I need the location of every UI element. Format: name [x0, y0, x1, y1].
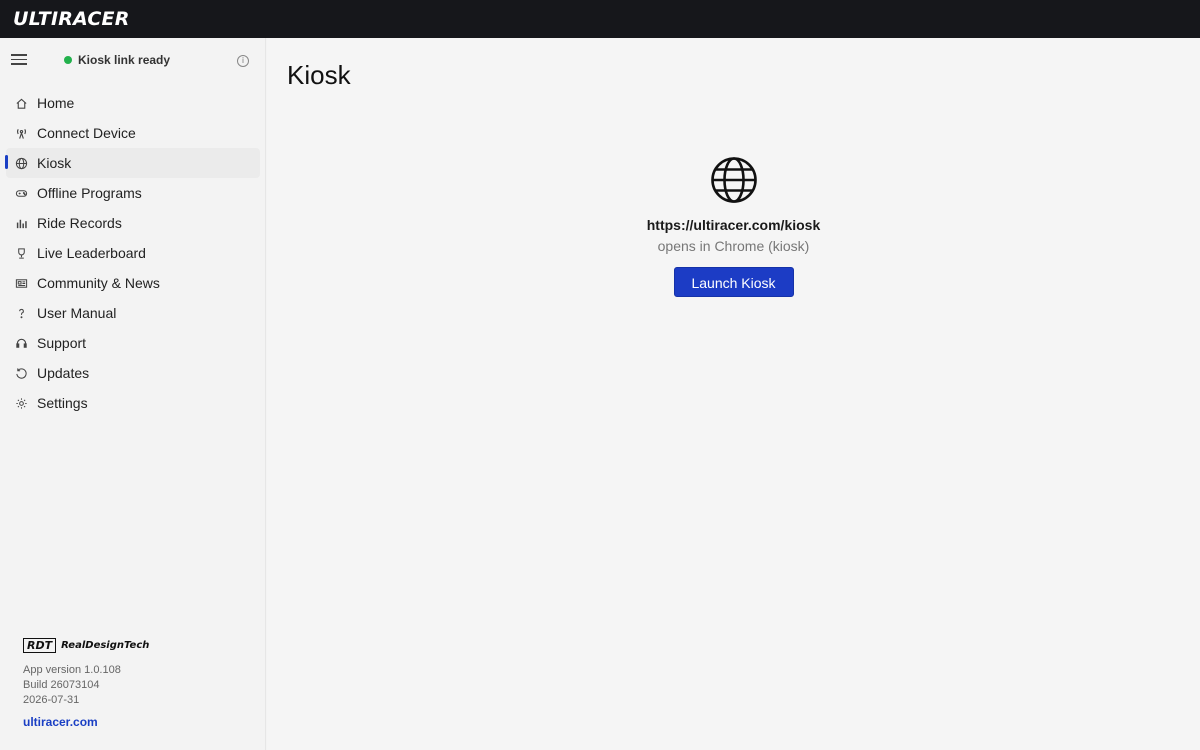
- antenna-icon: [14, 126, 28, 140]
- newspaper-icon: [14, 276, 28, 290]
- sidebar-item-support[interactable]: Support: [0, 328, 266, 358]
- sidebar-item-updates[interactable]: Updates: [0, 358, 266, 388]
- status-dot-icon: [64, 56, 72, 64]
- trophy-icon: [14, 246, 28, 260]
- page-title: Kiosk: [287, 60, 351, 90]
- sidebar-item-label: User Manual: [37, 305, 117, 321]
- refresh-icon: [14, 366, 28, 380]
- app-logo: ULTIRACER: [13, 8, 130, 30]
- sidebar-item-label: Connect Device: [37, 125, 136, 141]
- gamepad-icon: [14, 186, 28, 200]
- kiosk-url: https://ultiracer.com/kiosk: [646, 217, 821, 233]
- gear-icon: [14, 396, 28, 410]
- sidebar-item-kiosk[interactable]: Kiosk: [5, 148, 260, 178]
- sidebar-item-offline-programs[interactable]: Offline Programs: [0, 178, 266, 208]
- sidebar-item-label: Community & News: [37, 275, 160, 291]
- app-build: Build 26073104: [23, 679, 100, 691]
- sidebar-item-user-manual[interactable]: User Manual: [0, 298, 266, 328]
- website-link[interactable]: ultiracer.com: [23, 715, 149, 729]
- company-logo: RDT RealDesignTech: [23, 638, 149, 653]
- sidebar-item-label: Ride Records: [37, 215, 122, 231]
- sidebar-item-label: Updates: [37, 365, 90, 381]
- bar-chart-icon: [14, 216, 28, 230]
- kiosk-status: Kiosk link ready: [64, 53, 170, 67]
- sidebar-item-label: Home: [37, 95, 75, 111]
- sidebar-item-community-news[interactable]: Community & News: [0, 268, 266, 298]
- globe-icon: [710, 156, 758, 204]
- sidebar-item-connect-device[interactable]: Connect Device: [0, 118, 266, 148]
- app-version: App version 1.0.108: [23, 664, 121, 676]
- sidebar-item-label: Settings: [37, 395, 88, 411]
- globe-icon: [14, 156, 28, 170]
- sidebar-item-live-leaderboard[interactable]: Live Leaderboard: [0, 238, 266, 268]
- home-icon: [14, 96, 28, 110]
- main-content: Kiosk https://ultiracer.com/kiosk opens …: [267, 38, 1200, 750]
- sidebar-item-label: Kiosk: [37, 155, 72, 171]
- sidebar-item-label: Support: [37, 335, 87, 351]
- sidebar-item-label: Live Leaderboard: [37, 245, 146, 261]
- app-date: 2026-07-31: [23, 694, 80, 706]
- question-icon: [14, 306, 28, 320]
- sidebar-item-label: Offline Programs: [37, 185, 142, 201]
- brand-mark: RDT: [23, 638, 57, 653]
- info-icon[interactable]: i: [237, 55, 249, 67]
- hamburger-menu-icon[interactable]: [11, 54, 29, 68]
- launch-kiosk-button[interactable]: Launch Kiosk: [673, 267, 794, 297]
- sidebar-nav: Home Connect Device Kiosk Offline Progra…: [0, 88, 266, 418]
- sidebar: Kiosk link ready i Home Connect Device K…: [0, 38, 266, 750]
- brand-name: RealDesignTech: [61, 640, 150, 651]
- sidebar-item-home[interactable]: Home: [0, 88, 266, 118]
- kiosk-subtitle: opens in Chrome (kiosk): [657, 238, 810, 254]
- sidebar-item-ride-records[interactable]: Ride Records: [0, 208, 266, 238]
- status-text: Kiosk link ready: [78, 53, 171, 67]
- top-bar: ULTIRACER: [0, 0, 1200, 38]
- kiosk-panel: https://ultiracer.com/kiosk opens in Chr…: [267, 156, 1200, 297]
- sidebar-item-settings[interactable]: Settings: [0, 388, 266, 418]
- sidebar-footer: RDT RealDesignTech App version 1.0.108 B…: [23, 638, 149, 729]
- headset-icon: [14, 336, 28, 350]
